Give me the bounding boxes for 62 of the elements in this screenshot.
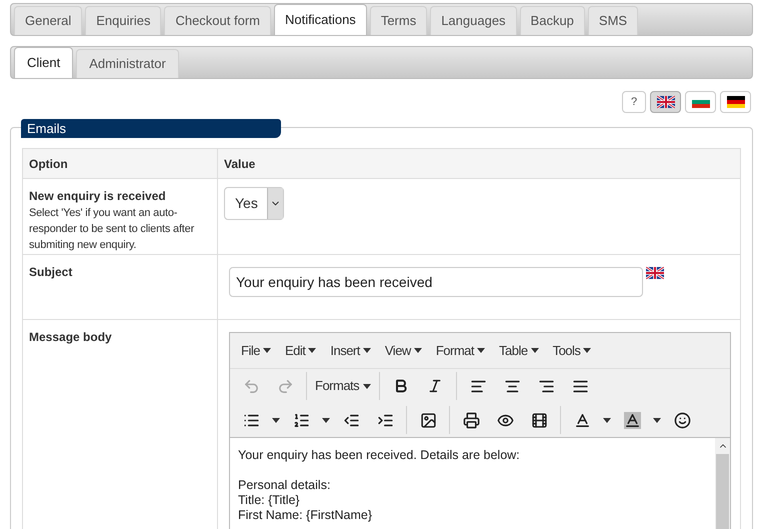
redo-icon (276, 378, 294, 394)
tab[interactable]: General (14, 6, 82, 35)
uk-flag-icon (646, 267, 664, 279)
caret-icon (414, 348, 422, 353)
text-color-icon (574, 412, 590, 428)
caret-icon (477, 348, 485, 353)
menu-item[interactable]: Insert (325, 340, 376, 360)
italic-icon (427, 378, 444, 394)
menu-item[interactable]: Table (494, 340, 544, 360)
tab[interactable]: Languages (430, 6, 517, 35)
tab[interactable]: Enquiries (85, 6, 162, 35)
caret-icon (262, 348, 271, 353)
uk-flag-icon (656, 96, 674, 108)
message-line: Your enquiry has been received. Details are below: (238, 448, 521, 463)
caret-icon (272, 418, 280, 422)
menu-item[interactable]: File (236, 340, 276, 360)
option-label: Message body (29, 329, 113, 346)
caret-icon (363, 384, 372, 388)
scrollbar[interactable] (715, 438, 730, 529)
caret-icon (308, 348, 316, 353)
tab[interactable]: SMS (588, 6, 638, 35)
message-line: First Name: {FirstName} (238, 508, 374, 523)
menu-item[interactable]: Edit (280, 340, 322, 360)
image-icon (420, 412, 436, 428)
message-line: Title: {Title} (238, 493, 301, 508)
select-value: Yes (234, 194, 259, 213)
caret-icon (653, 418, 661, 422)
message-line: Personal details: (238, 478, 332, 493)
germany-flag-icon (726, 96, 744, 108)
tab[interactable]: Notifications (274, 4, 367, 35)
undo-icon (242, 378, 260, 394)
tab[interactable]: Terms (370, 6, 428, 35)
tab[interactable]: Backup (520, 6, 585, 35)
tab[interactable]: Administrator (76, 49, 179, 78)
tab[interactable]: Client (14, 47, 74, 78)
caret-icon (530, 348, 539, 353)
language-button[interactable] (650, 91, 681, 113)
option-label: Subject (29, 264, 74, 281)
column-header: Value (223, 156, 256, 172)
caret-icon (362, 348, 371, 353)
caret-icon (603, 418, 611, 422)
yes-no-select[interactable]: Yes (224, 187, 284, 220)
menu-item[interactable]: Tools (548, 340, 596, 360)
formats-dropdown[interactable]: Formats (311, 372, 376, 400)
section-title: Emails (21, 119, 281, 138)
caret-icon (583, 348, 592, 353)
background-color-icon (624, 412, 640, 428)
option-hint: Select 'Yes' if you want an auto-responder to be sent to clients after submiting new enquiry. (29, 206, 196, 253)
numbered-list-icon (292, 412, 310, 428)
tab[interactable]: Checkout form (164, 6, 271, 35)
caret-icon (322, 418, 330, 422)
language-button[interactable] (720, 91, 751, 113)
help-button[interactable]: ? (622, 91, 646, 113)
column-header: Option (23, 149, 218, 178)
smiley-icon (674, 412, 690, 428)
print-icon (462, 412, 480, 428)
film-icon (530, 412, 548, 428)
option-label: New enquiry is received (29, 188, 167, 205)
menu-item[interactable]: View (380, 340, 427, 360)
subject-field[interactable]: Your enquiry has been received (229, 267, 643, 297)
menu-item[interactable]: Format (430, 340, 490, 360)
bold-icon (393, 378, 410, 394)
